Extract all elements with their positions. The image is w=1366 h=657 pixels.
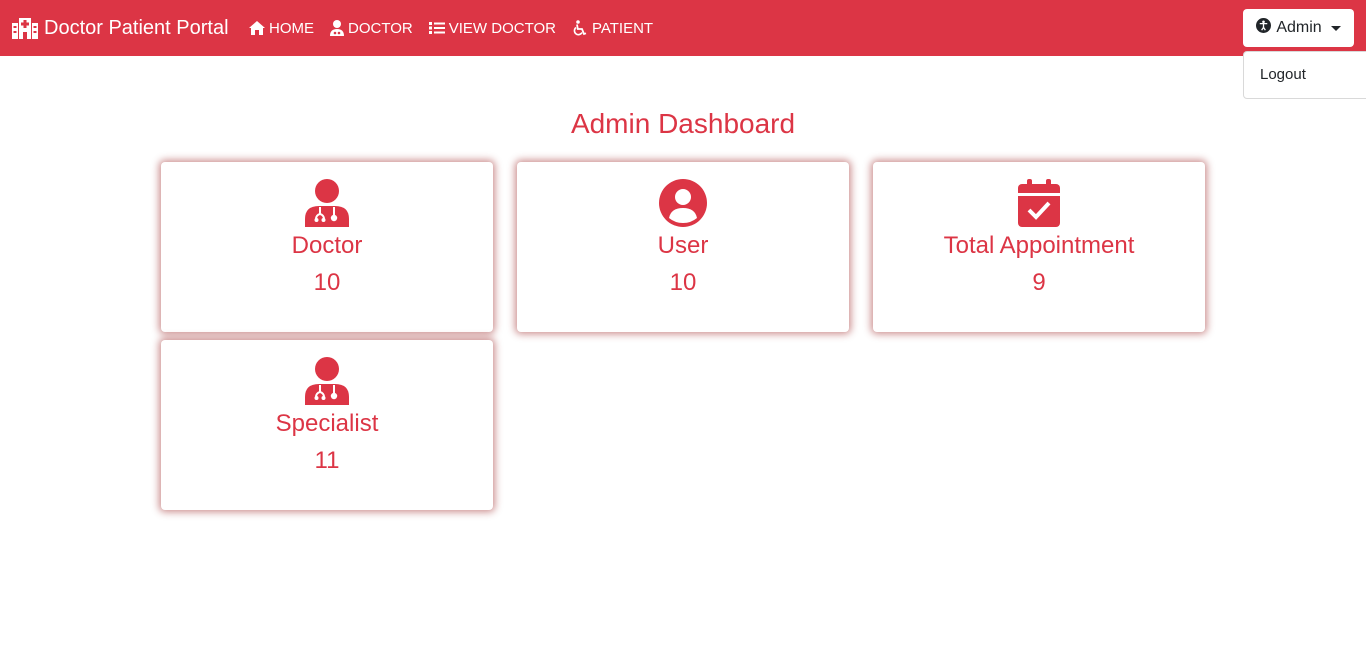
nav-home-label: HOME	[269, 19, 314, 37]
user-card-label: User	[657, 232, 709, 259]
nav-view-doctor[interactable]: VIEW DOCTOR	[428, 19, 556, 37]
appointment-card-label: Total Appointment	[943, 232, 1135, 259]
doctor-icon	[330, 20, 344, 36]
user-card[interactable]: User 10	[517, 162, 849, 332]
doctor-card-label: Doctor	[291, 232, 363, 259]
user-circle-icon	[659, 179, 707, 232]
page-title: Admin Dashboard	[570, 108, 796, 139]
brand-title: Doctor Patient Portal	[44, 16, 229, 39]
home-icon	[249, 21, 265, 35]
appointment-card-count: 9	[1032, 269, 1046, 296]
calendar-check-icon	[1018, 179, 1060, 232]
doctor-icon	[305, 179, 349, 232]
navbar: Doctor Patient Portal HOME DOCTOR VIEW D…	[0, 0, 1366, 56]
admin-menu-button[interactable]: Admin	[1243, 9, 1354, 47]
accessibility-icon	[1256, 18, 1272, 38]
specialist-card-count: 11	[314, 447, 340, 474]
appointment-card[interactable]: Total Appointment 9	[873, 162, 1205, 332]
admin-dropdown-menu: Logout	[1243, 51, 1366, 99]
doctor-card-count: 10	[313, 269, 341, 296]
nav-home[interactable]: HOME	[249, 20, 314, 37]
logout-item[interactable]: Logout	[1260, 66, 1306, 83]
nav-doctor-label: DOCTOR	[348, 19, 413, 37]
nav-view-doctor-label: VIEW DOCTOR	[448, 19, 556, 37]
admin-menu-label: Admin	[1276, 19, 1322, 36]
hospital-icon	[12, 17, 38, 39]
nav-patient-label: PATIENT	[591, 19, 654, 37]
doctor-icon	[305, 357, 349, 410]
nav-links: HOME DOCTOR VIEW DOCTOR PATIENT	[249, 0, 669, 56]
doctor-card[interactable]: Doctor 10	[161, 162, 493, 332]
user-card-count: 10	[669, 269, 697, 296]
brand[interactable]: Doctor Patient Portal	[12, 0, 229, 56]
nav-doctor[interactable]: DOCTOR	[330, 20, 413, 37]
caret-down-icon	[1330, 25, 1341, 31]
specialist-card-label: Specialist	[275, 410, 379, 437]
list-icon	[428, 21, 445, 35]
wheelchair-icon	[572, 20, 588, 36]
specialist-card[interactable]: Specialist 11	[161, 340, 493, 510]
nav-patient[interactable]: PATIENT	[572, 20, 653, 37]
